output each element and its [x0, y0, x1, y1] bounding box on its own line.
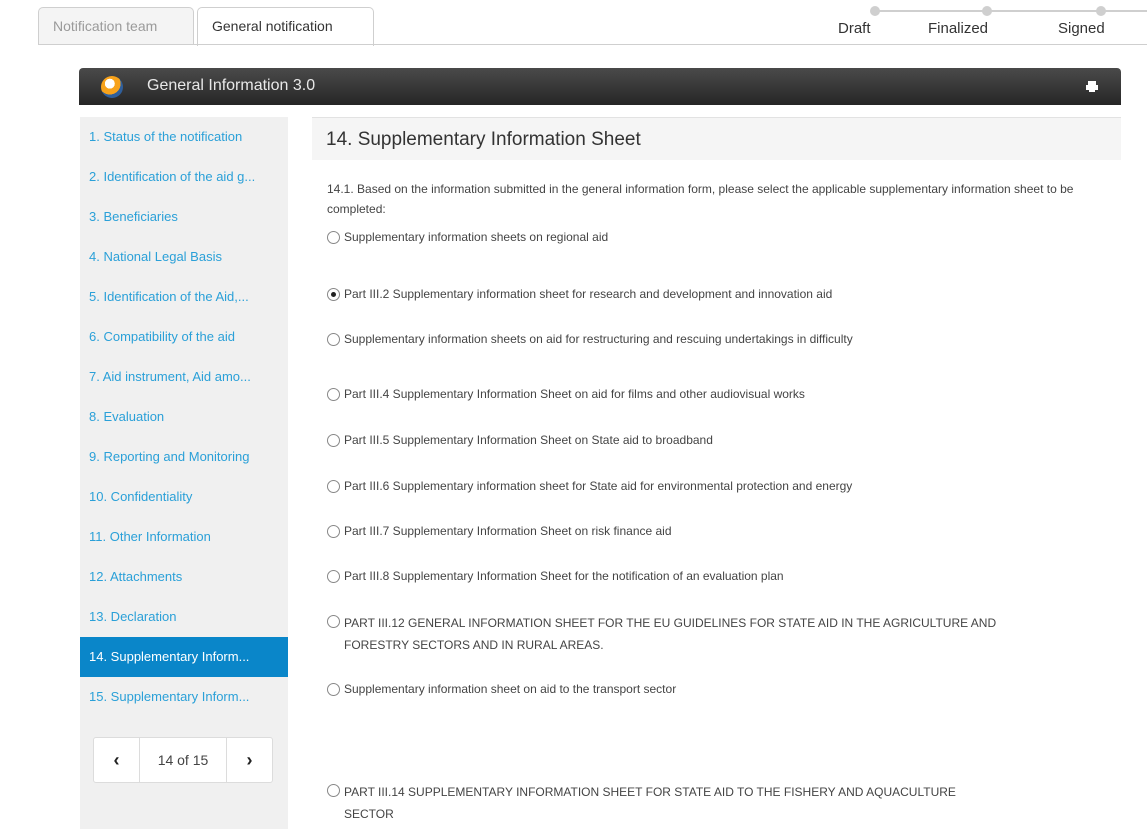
print-icon[interactable] — [1086, 80, 1098, 92]
radio-button[interactable] — [327, 525, 340, 538]
radio-option[interactable]: Supplementary information sheets on regi… — [327, 228, 1027, 246]
radio-button[interactable] — [327, 388, 340, 401]
radio-label: Part III.7 Supplementary Information She… — [344, 524, 672, 538]
radio-button[interactable] — [327, 615, 340, 628]
section-pager: ‹ 14 of 15 › — [93, 737, 273, 783]
radio-option[interactable]: Part III.4 Supplementary Information She… — [327, 385, 1027, 403]
radio-label: Part III.8 Supplementary Information She… — [344, 569, 784, 583]
radio-label: Part III.2 Supplementary information she… — [344, 287, 833, 301]
sidebar-item-beneficiaries[interactable]: 3. Beneficiaries — [80, 197, 288, 237]
sidebar-item-declaration[interactable]: 13. Declaration — [80, 597, 288, 637]
sidebar-item-legal-basis[interactable]: 4. National Legal Basis — [80, 237, 288, 277]
radio-option[interactable]: Part III.8 Supplementary Information She… — [327, 567, 1027, 585]
app-logo-icon — [101, 76, 123, 98]
radio-button[interactable] — [327, 570, 340, 583]
radio-label: PART III.12 GENERAL INFORMATION SHEET FO… — [344, 616, 997, 652]
radio-label: PART III.14 SUPPLEMENTARY INFORMATION SH… — [344, 785, 956, 821]
step-label-signed: Signed — [1058, 20, 1105, 37]
next-section-button[interactable]: › — [226, 738, 272, 782]
radio-label: Part III.4 Supplementary Information She… — [344, 387, 805, 401]
radio-button[interactable] — [327, 333, 340, 346]
sidebar-item-other-information[interactable]: 11. Other Information — [80, 517, 288, 557]
radio-button[interactable] — [327, 231, 340, 244]
radio-label: Supplementary information sheet on aid t… — [344, 682, 677, 696]
radio-label: Part III.6 Supplementary information she… — [344, 479, 853, 493]
status-steps: Draft Finalized Signed — [828, 0, 1147, 44]
radio-button-selected[interactable] — [327, 288, 340, 301]
section-header: 14. Supplementary Information Sheet — [312, 117, 1121, 160]
sidebar-item-aid-instrument[interactable]: 7. Aid instrument, Aid amo... — [80, 357, 288, 397]
radio-option[interactable]: Part III.2 Supplementary information she… — [327, 285, 1027, 303]
radio-option[interactable]: Part III.6 Supplementary information she… — [327, 477, 1027, 495]
sidebar-item-reporting[interactable]: 9. Reporting and Monitoring — [80, 437, 288, 477]
step-label-draft: Draft — [838, 20, 871, 37]
question-text: 14.1. Based on the information submitted… — [327, 182, 1074, 216]
form-title: General Information 3.0 — [147, 77, 316, 94]
step-dot-finalized — [982, 6, 992, 16]
radio-button[interactable] — [327, 480, 340, 493]
radio-label: Part III.5 Supplementary Information She… — [344, 433, 713, 447]
radio-label: Supplementary information sheets on aid … — [344, 332, 853, 346]
sidebar-item-compatibility[interactable]: 6. Compatibility of the aid — [80, 317, 288, 357]
sidebar-item-status[interactable]: 1. Status of the notification — [80, 117, 288, 157]
radio-option[interactable]: PART III.14 SUPPLEMENTARY INFORMATION SH… — [327, 781, 1007, 825]
section-title: 14. Supplementary Information Sheet — [326, 129, 641, 150]
radio-option[interactable]: PART III.12 GENERAL INFORMATION SHEET FO… — [327, 612, 1017, 656]
form-header: General Information 3.0 — [79, 68, 1121, 105]
tab-notification-team[interactable]: Notification team — [38, 7, 194, 45]
radio-button[interactable] — [327, 434, 340, 447]
sidebar-item-identification-aid-granting[interactable]: 2. Identification of the aid g... — [80, 157, 288, 197]
step-dot-draft — [870, 6, 880, 16]
pager-indicator: 14 of 15 — [157, 752, 209, 768]
sidebar-item-attachments[interactable]: 12. Attachments — [80, 557, 288, 597]
tab-divider — [38, 44, 1147, 45]
radio-label: Supplementary information sheets on regi… — [344, 230, 609, 244]
sidebar-item-supplementary-15[interactable]: 15. Supplementary Inform... — [80, 677, 288, 717]
tab-bar: Notification team General notification D… — [0, 0, 1147, 46]
step-dot-signed — [1096, 6, 1106, 16]
radio-option[interactable]: Part III.7 Supplementary Information She… — [327, 522, 1027, 540]
sidebar-item-supplementary-14[interactable]: 14. Supplementary Inform... — [80, 637, 288, 677]
sidebar-item-identification-aid[interactable]: 5. Identification of the Aid,... — [80, 277, 288, 317]
sidebar-item-confidentiality[interactable]: 10. Confidentiality — [80, 477, 288, 517]
radio-option[interactable]: Supplementary information sheet on aid t… — [327, 680, 1027, 698]
section-sidebar: 1. Status of the notification 2. Identif… — [80, 117, 288, 829]
tab-general-notification[interactable]: General notification — [197, 7, 374, 46]
radio-option[interactable]: Part III.5 Supplementary Information She… — [327, 431, 1027, 449]
previous-section-button[interactable]: ‹ — [94, 738, 140, 782]
radio-option[interactable]: Supplementary information sheets on aid … — [327, 330, 1027, 348]
step-label-finalized: Finalized — [928, 20, 989, 37]
radio-button[interactable] — [327, 683, 340, 696]
sidebar-item-evaluation[interactable]: 8. Evaluation — [80, 397, 288, 437]
radio-button[interactable] — [327, 784, 340, 797]
